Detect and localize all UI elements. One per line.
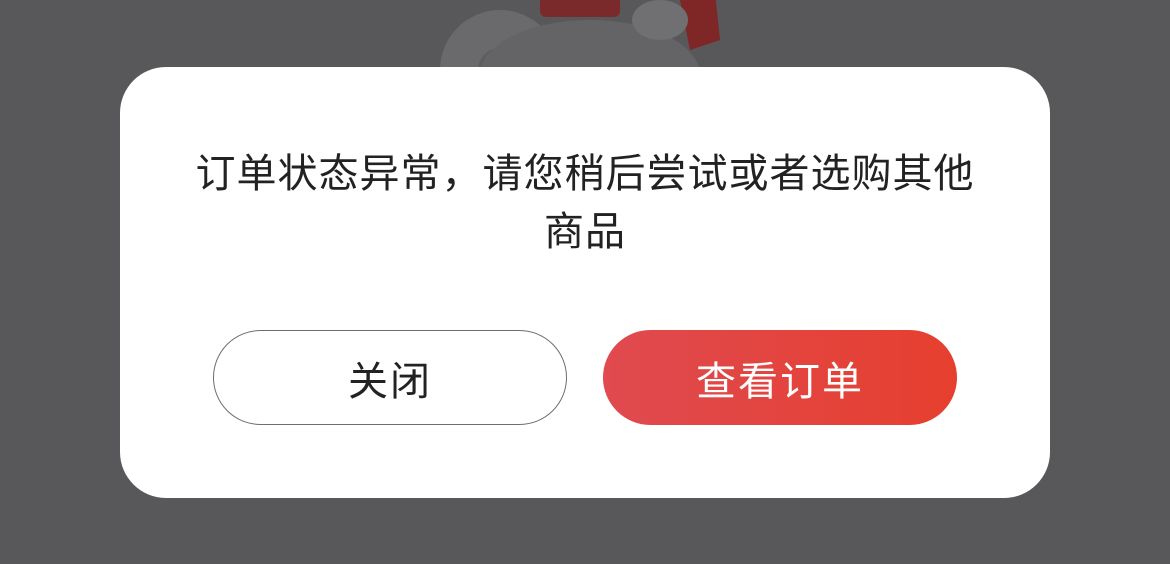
modal-overlay: 订单状态异常，请您稍后尝试或者选购其他商品 关闭 查看订单 bbox=[0, 0, 1170, 564]
order-error-dialog: 订单状态异常，请您稍后尝试或者选购其他商品 关闭 查看订单 bbox=[120, 67, 1050, 498]
close-button[interactable]: 关闭 bbox=[213, 330, 567, 425]
view-order-button[interactable]: 查看订单 bbox=[603, 330, 957, 425]
dialog-message: 订单状态异常，请您稍后尝试或者选购其他商品 bbox=[195, 151, 975, 255]
